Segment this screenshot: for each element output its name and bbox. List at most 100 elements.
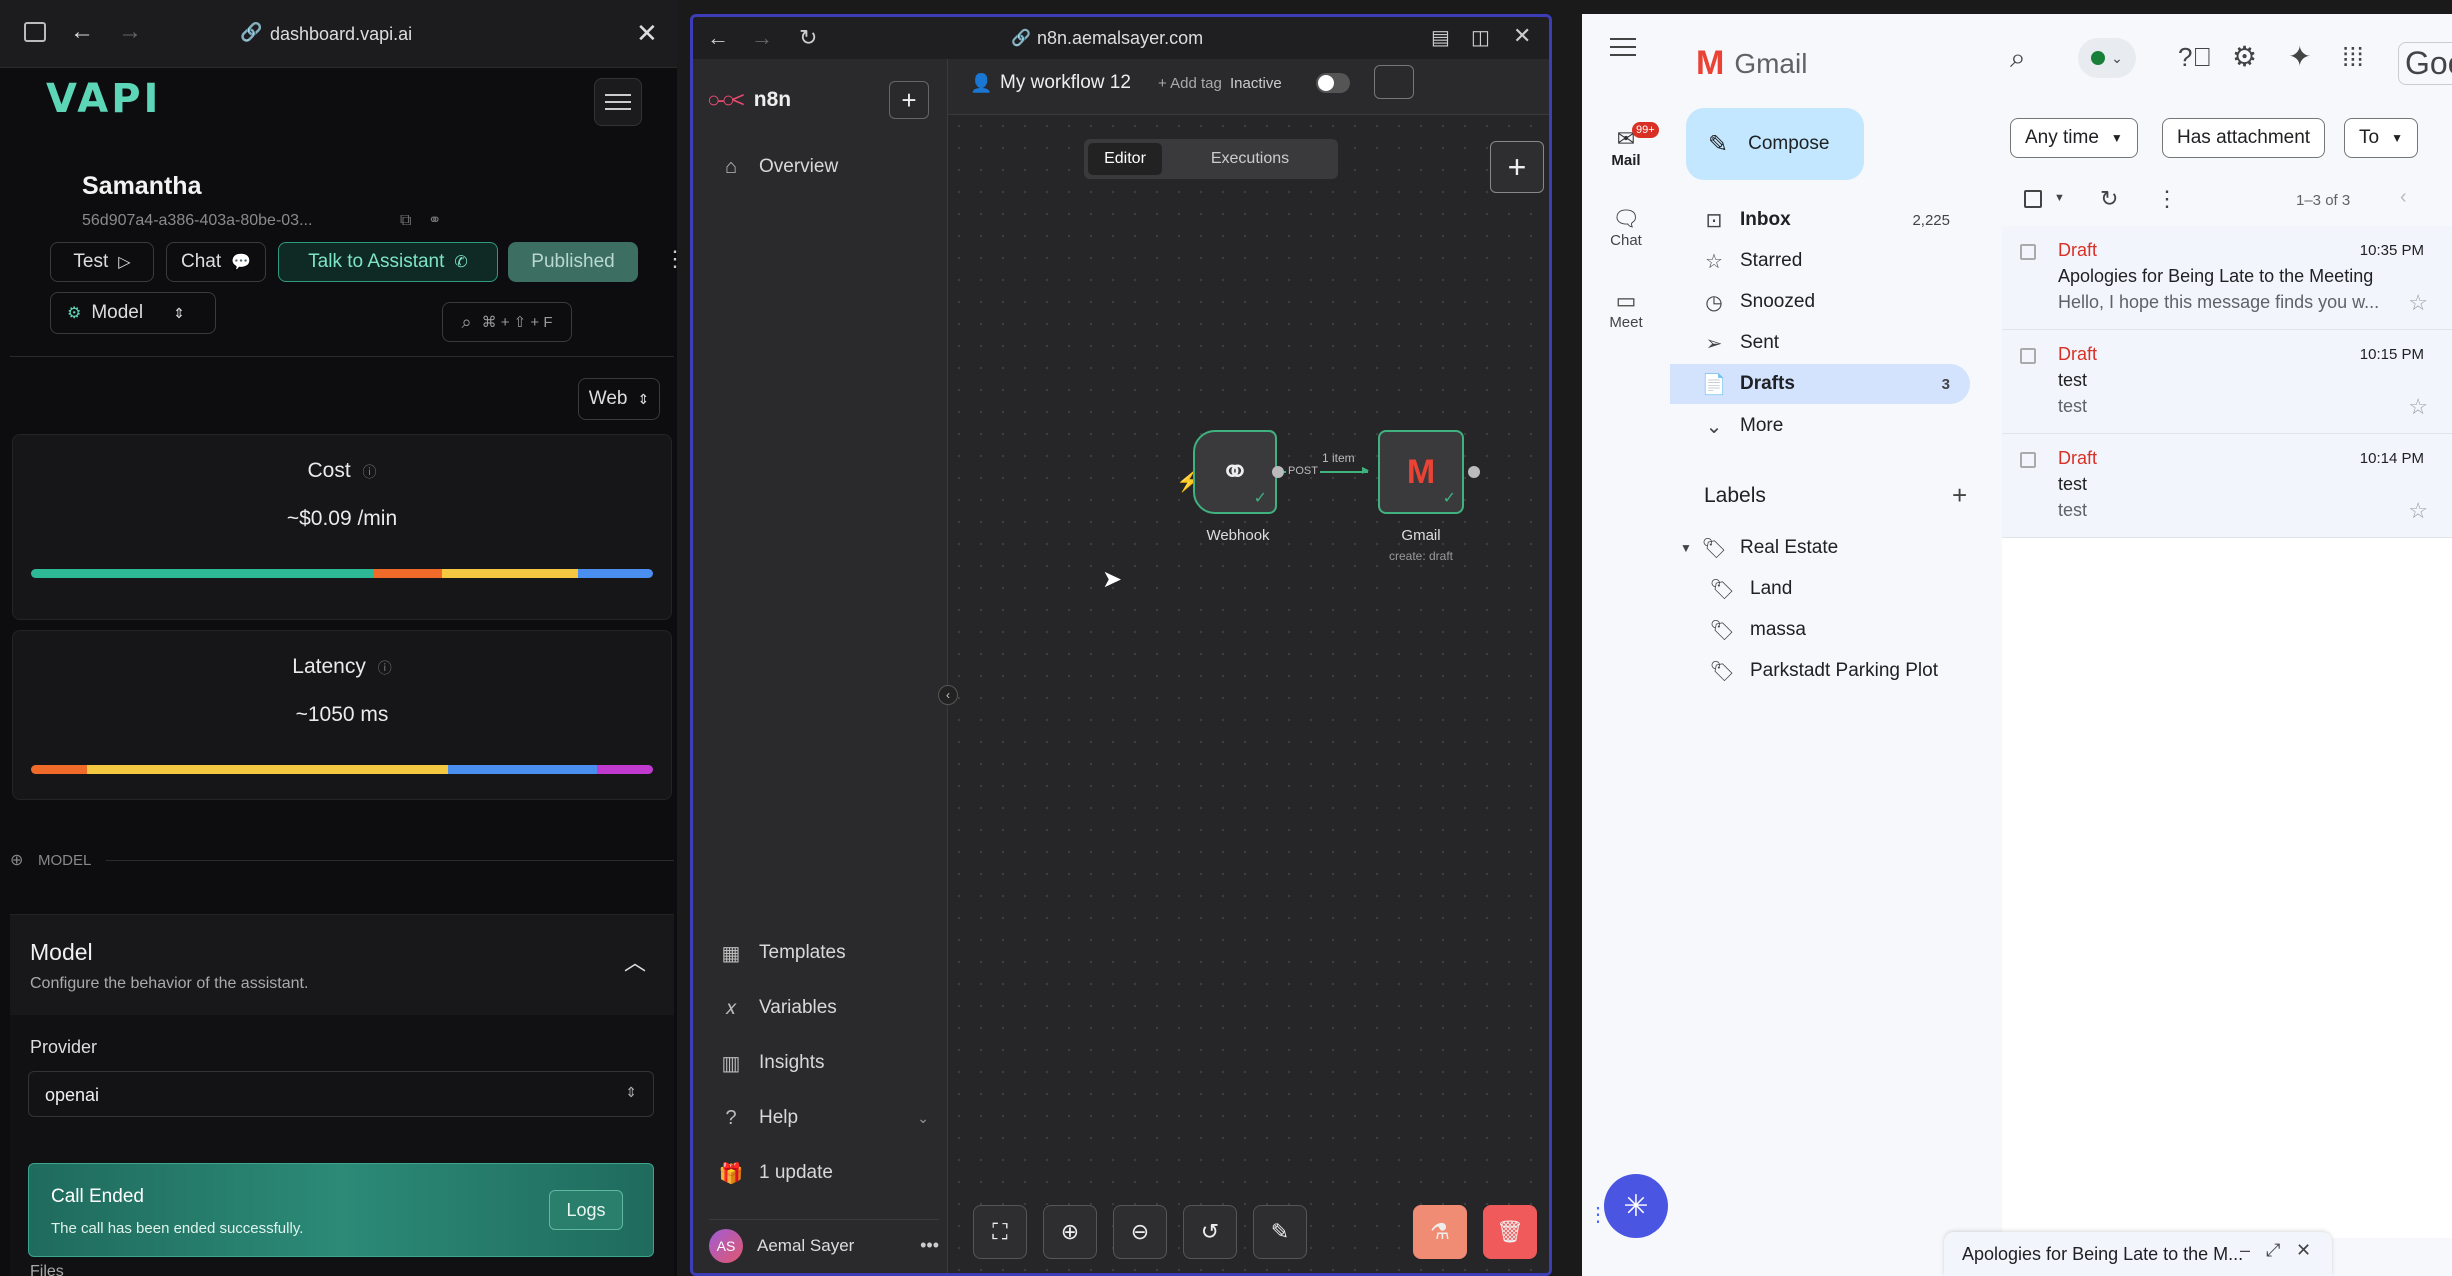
nav-overview[interactable]: ⌂ Overview: [719, 155, 838, 179]
add-node-button[interactable]: +: [1490, 141, 1544, 193]
user-menu[interactable]: AS Aemal Sayer •••: [709, 1219, 939, 1263]
folder-drafts[interactable]: 📄 Drafts 3: [1670, 364, 1970, 404]
folder-starred[interactable]: ☆ Starred: [1670, 241, 1970, 281]
row-checkbox[interactable]: [2020, 452, 2036, 468]
status-indicator[interactable]: ⌄: [2078, 38, 2136, 78]
published-button[interactable]: Published: [508, 242, 638, 282]
nav-help[interactable]: ? Help ⌄: [719, 1106, 929, 1130]
vapi-logo[interactable]: VAPI: [46, 76, 161, 122]
sidebar-toggle-icon[interactable]: [24, 22, 46, 42]
reader-icon[interactable]: ▤: [1431, 25, 1450, 50]
nav-insights[interactable]: ▥ Insights: [719, 1051, 825, 1075]
close-icon[interactable]: ✕: [636, 18, 658, 49]
folder-more[interactable]: ⌄ More: [1670, 406, 1970, 446]
gmail-logo[interactable]: M Gmail: [1696, 44, 1807, 83]
n8n-url[interactable]: n8n.aemalsayer.com: [1037, 28, 1203, 49]
expand-icon[interactable]: ⤢: [2266, 1240, 2280, 1261]
close-icon[interactable]: ✕: [1513, 23, 1531, 49]
sparkle-icon[interactable]: ✦: [2288, 40, 2311, 73]
logs-button[interactable]: Logs: [549, 1190, 623, 1230]
more-vertical-icon[interactable]: ⋮: [664, 246, 677, 272]
label-massa[interactable]: 🏷 massa: [1670, 610, 1970, 650]
apps-grid-icon[interactable]: ⁞⁞⁞: [2342, 42, 2364, 73]
reload-icon[interactable]: ↻: [799, 25, 817, 51]
info-icon[interactable]: ⓘ: [378, 660, 392, 676]
search-icon[interactable]: ⌕: [2010, 42, 2026, 75]
row-checkbox[interactable]: [2020, 348, 2036, 364]
back-arrow-icon[interactable]: ←: [707, 25, 729, 51]
more-vertical-icon[interactable]: ⋮: [2156, 186, 2178, 212]
command-search[interactable]: ⌕ ⌘ + ⇧ + F: [442, 302, 572, 342]
chain-link-icon[interactable]: ⚭: [428, 210, 441, 230]
save-button-partial[interactable]: [1374, 65, 1414, 99]
gemini-fab[interactable]: ✳: [1604, 1174, 1668, 1238]
n8n-logo[interactable]: ○-○< n8n: [707, 87, 791, 113]
folder-snoozed[interactable]: ◷ Snoozed: [1670, 282, 1970, 322]
close-icon[interactable]: ✕: [2296, 1240, 2311, 1261]
chevron-up-icon[interactable]: ︿: [624, 945, 646, 977]
model-header[interactable]: Model Configure the behavior of the assi…: [10, 915, 674, 1015]
menu-button[interactable]: [594, 78, 642, 126]
compose-button[interactable]: ✎ Compose: [1686, 108, 1864, 180]
delete-button[interactable]: 🗑: [1483, 1205, 1537, 1259]
info-icon[interactable]: ⓘ: [363, 464, 377, 480]
output-handle[interactable]: [1272, 466, 1284, 478]
model-tab-select[interactable]: ⚙ Model ⇕: [50, 292, 216, 334]
label-real-estate[interactable]: ▼ 🏷 Real Estate: [1670, 528, 1970, 568]
collapse-sidebar-button[interactable]: ‹: [938, 685, 958, 705]
row-checkbox[interactable]: [2020, 244, 2036, 260]
select-all-checkbox[interactable]: [2024, 190, 2042, 208]
vapi-url[interactable]: dashboard.vapi.ai: [270, 24, 412, 45]
copy-icon[interactable]: ⧉: [400, 212, 411, 230]
star-icon[interactable]: ☆: [2408, 498, 2428, 524]
workflow-name[interactable]: My workflow 12: [1000, 72, 1131, 94]
output-handle[interactable]: [1468, 466, 1480, 478]
chip-has-attachment[interactable]: Has attachment: [2162, 118, 2326, 158]
label-land[interactable]: 🏷 Land: [1670, 569, 1970, 609]
workflow-canvas[interactable]: + ⚡ ⚭ ✓ Webhook 1 item POST ▸ M ✓ Gmail …: [938, 115, 1549, 1273]
zoom-out-button[interactable]: ⊖: [1113, 1205, 1167, 1259]
add-tag-link[interactable]: + Add tag: [1158, 75, 1222, 92]
mail-row[interactable]: Draft 10:35 PM Apologies for Being Late …: [2002, 226, 2452, 330]
hamburger-icon[interactable]: [1610, 46, 1636, 48]
test-button[interactable]: Test ▷: [50, 242, 154, 282]
webhook-node[interactable]: ⚭ ✓: [1193, 430, 1277, 514]
folder-sent[interactable]: ➢ Sent: [1670, 323, 1970, 363]
star-icon[interactable]: ☆: [2408, 394, 2428, 420]
back-arrow-icon[interactable]: ←: [70, 18, 94, 46]
add-label-icon[interactable]: +: [1952, 480, 1967, 511]
split-view-icon[interactable]: ◫: [1471, 25, 1490, 50]
chat-button[interactable]: Chat 💬: [166, 242, 266, 282]
test-workflow-button[interactable]: ⚗: [1413, 1205, 1467, 1259]
reset-zoom-button[interactable]: ↺: [1183, 1205, 1237, 1259]
nav-update[interactable]: 🎁 1 update: [719, 1161, 833, 1185]
refresh-icon[interactable]: ↻: [2100, 186, 2118, 212]
provider-select[interactable]: openai ⇕: [28, 1071, 654, 1117]
folder-inbox[interactable]: ⊡ Inbox 2,225: [1670, 200, 1970, 240]
mail-row[interactable]: Draft 10:14 PM test test ☆: [2002, 434, 2452, 538]
star-icon[interactable]: ☆: [2408, 290, 2428, 316]
create-button[interactable]: +: [889, 81, 929, 119]
forward-arrow-icon[interactable]: →: [751, 25, 773, 51]
nav-templates[interactable]: ▦ Templates: [719, 941, 846, 965]
chip-to[interactable]: To ▼: [2344, 118, 2418, 158]
mail-row[interactable]: Draft 10:15 PM test test ☆: [2002, 330, 2452, 434]
tab-executions[interactable]: Executions: [1166, 143, 1334, 175]
rail-chat[interactable]: 🗨 Chat: [1596, 206, 1656, 249]
gear-icon[interactable]: ⚙: [2232, 40, 2257, 73]
forward-arrow-icon[interactable]: →: [118, 18, 142, 46]
active-toggle[interactable]: [1316, 73, 1350, 93]
fit-view-button[interactable]: ⛶: [973, 1205, 1027, 1259]
chip-any-time[interactable]: Any time ▼: [2010, 118, 2138, 158]
help-icon[interactable]: ?⃝: [2178, 42, 2212, 73]
chevron-left-icon[interactable]: ‹: [2400, 186, 2407, 209]
caret-down-icon[interactable]: ▼: [2054, 192, 2065, 204]
talk-to-assistant-button[interactable]: Talk to Assistant ✆: [278, 242, 498, 282]
zoom-in-button[interactable]: ⊕: [1043, 1205, 1097, 1259]
gmail-node[interactable]: M ✓: [1378, 430, 1464, 514]
tab-editor[interactable]: Editor: [1088, 143, 1162, 175]
google-account-partial[interactable]: Goo: [2398, 42, 2452, 85]
rail-mail[interactable]: ✉ 99+ Mail: [1596, 122, 1659, 186]
web-select[interactable]: Web ⇕: [578, 378, 660, 420]
rail-meet[interactable]: ▭ Meet: [1596, 288, 1656, 331]
